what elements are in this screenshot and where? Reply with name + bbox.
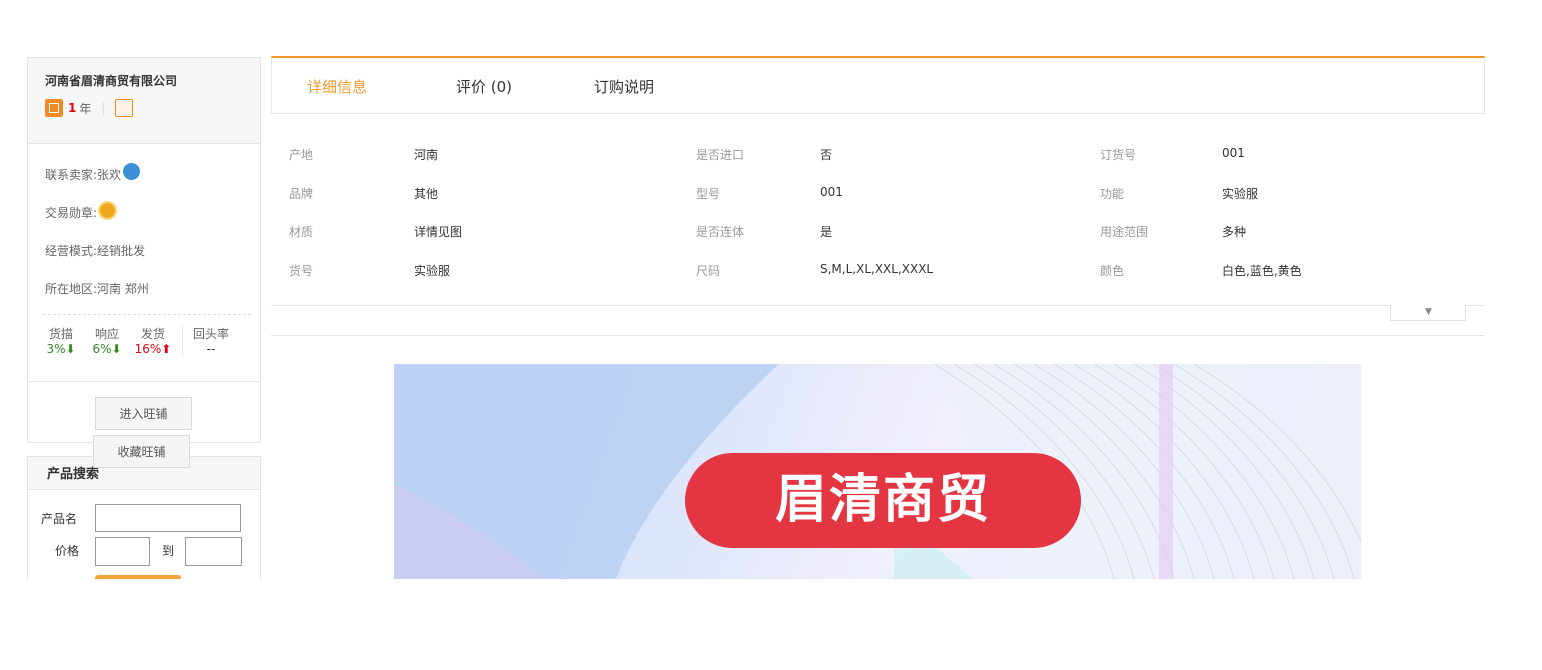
favorite-shop-button[interactable]: 收藏旺铺: [93, 435, 190, 468]
company-info: 联系卖家: 张欢 交易勋章: 经营模式: 经销批发 所在地区: 河南 郑州: [28, 144, 260, 308]
attr-value: S,M,L,XL,XXL,XXXL: [820, 262, 934, 276]
rating-description: 货描 3%⬇: [38, 325, 84, 356]
enter-shop-button[interactable]: 进入旺铺: [95, 397, 192, 430]
attr-value: 001: [820, 185, 843, 199]
contact-seller-name[interactable]: 张欢: [97, 163, 121, 187]
chevron-down-icon: ▼: [1425, 307, 1432, 317]
price-label: 价格: [55, 544, 80, 558]
product-banner: 眉清商贸: [394, 364, 1361, 579]
rating-shipping: 发货 16%⬆: [130, 325, 176, 356]
arrow-up-icon: ⬆: [161, 342, 172, 356]
attr-key: 材质: [289, 225, 314, 239]
company-card-header: 河南省眉清商贸有限公司 1 年 |: [28, 58, 260, 144]
location-label: 所在地区:: [45, 282, 98, 296]
medal-icon: [100, 202, 116, 218]
expand-attributes-toggle[interactable]: ▼: [1390, 305, 1466, 321]
attr-key: 尺码: [696, 264, 721, 278]
arrow-down-icon: ⬇: [111, 342, 122, 356]
attr-key: 订货号: [1100, 148, 1137, 162]
info-divider: [43, 314, 251, 315]
tab-reviews[interactable]: 评价 (0): [456, 76, 512, 97]
rating-value: 3%⬇: [46, 342, 76, 356]
product-name-input[interactable]: [95, 504, 241, 532]
membership-years-number: 1: [68, 101, 77, 115]
attr-value: 实验服: [1222, 187, 1259, 201]
tab-details[interactable]: 详细信息: [307, 76, 367, 97]
location-row: 所在地区: 河南 郑州: [45, 270, 260, 308]
attr-value: 其他: [414, 187, 439, 201]
attr-key: 功能: [1100, 187, 1125, 201]
attr-value: 实验服: [414, 264, 451, 278]
company-badges: 1 年 |: [45, 99, 260, 117]
rating-response: 响应 6%⬇: [84, 325, 130, 356]
location-value: 河南 郑州: [97, 282, 149, 296]
membership-years-unit: 年: [79, 101, 92, 116]
contact-seller-label: 联系卖家:: [45, 168, 98, 182]
price-to-label: 到: [162, 544, 175, 558]
attr-value: 是: [820, 225, 833, 239]
attr-value: 详情见图: [414, 225, 463, 239]
arrow-down-icon: ⬇: [65, 342, 76, 356]
attr-key: 用途范围: [1100, 225, 1149, 239]
tab-order-info[interactable]: 订购说明: [594, 76, 654, 97]
contact-seller-row: 联系卖家: 张欢: [45, 156, 260, 194]
rating-value: --: [206, 342, 216, 356]
rating-value: 16%⬆: [134, 342, 172, 356]
attr-key: 是否连体: [696, 225, 745, 239]
rating-label: 回头率: [192, 327, 229, 341]
price-min-input[interactable]: [95, 537, 150, 566]
attr-value: 多种: [1222, 225, 1247, 239]
ratings-divider: [28, 381, 260, 382]
attr-value: 001: [1222, 146, 1245, 160]
trade-medal-row: 交易勋章:: [45, 194, 260, 232]
detail-tabs: 详细信息 评价 (0) 订购说明: [271, 56, 1485, 114]
attr-key: 型号: [696, 187, 721, 201]
attr-value: 河南: [414, 148, 439, 162]
business-model-row: 经营模式: 经销批发: [45, 232, 260, 270]
product-name-label: 产品名: [41, 512, 78, 526]
trade-medal-label: 交易勋章:: [45, 206, 98, 220]
attr-key: 是否进口: [696, 148, 745, 162]
product-search-panel: 产品搜索 产品名 价格 到: [27, 456, 261, 579]
content-divider: [271, 335, 1485, 336]
rating-value: 6%⬇: [92, 342, 122, 356]
attributes-divider: [271, 305, 1485, 306]
rating-label: 响应: [94, 327, 119, 341]
page-viewport: 河南省眉清商贸有限公司 1 年 | 联系卖家: 张欢 交易勋章: 经营模式: 经…: [0, 0, 1542, 579]
business-model-value: 经销批发: [97, 244, 146, 258]
attr-key: 品牌: [289, 187, 314, 201]
rating-label: 货描: [48, 327, 73, 341]
company-name[interactable]: 河南省眉清商贸有限公司: [45, 72, 260, 89]
search-button[interactable]: [95, 575, 181, 579]
rating-repeat: 回头率 --: [182, 325, 239, 356]
attr-key: 颜色: [1100, 264, 1125, 278]
price-max-input[interactable]: [185, 537, 242, 566]
business-model-label: 经营模式:: [45, 244, 98, 258]
chat-icon[interactable]: [123, 162, 141, 180]
rating-label: 发货: [140, 327, 165, 341]
attr-value: 白色,蓝色,黄色: [1222, 264, 1302, 278]
shop-ratings: 货描 3%⬇ 响应 6%⬇ 发货 16%⬆ 回头率 --: [28, 325, 260, 356]
attr-value: 否: [820, 148, 833, 162]
company-card: 河南省眉清商贸有限公司 1 年 | 联系卖家: 张欢 交易勋章: 经营模式: 经…: [27, 57, 261, 443]
membership-years-icon: [45, 99, 63, 117]
attr-key: 货号: [289, 264, 314, 278]
certified-icon[interactable]: [115, 99, 134, 117]
badge-divider: |: [101, 101, 106, 115]
attr-key: 产地: [289, 148, 314, 162]
banner-title: 眉清商贸: [685, 453, 1081, 548]
